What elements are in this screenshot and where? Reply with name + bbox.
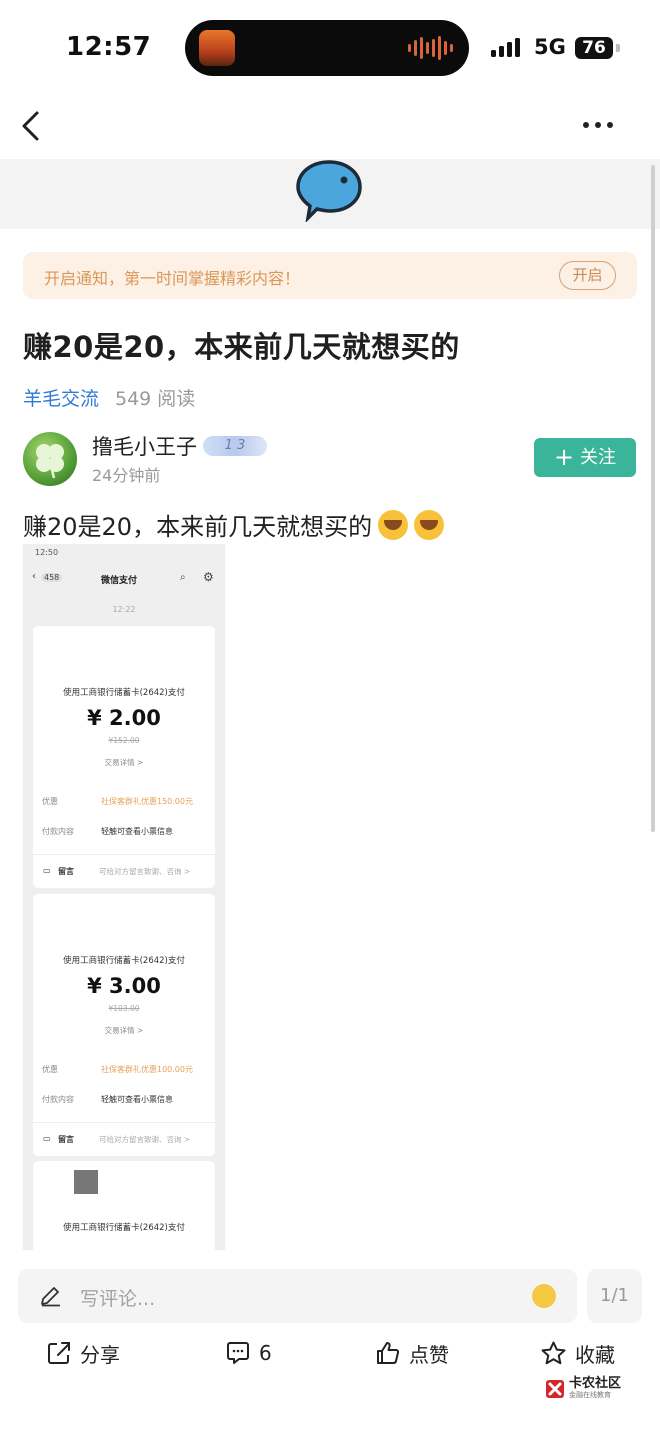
post-time: 24分钟前 (92, 466, 161, 485)
status-time: 12:57 (66, 32, 152, 62)
brand-mark-icon (546, 1379, 564, 1398)
emoji-picker-icon[interactable] (532, 1284, 556, 1308)
pencil-icon (41, 1287, 60, 1307)
battery-icon: 76 (575, 37, 613, 59)
discount-label: 优惠 (42, 1065, 58, 1074)
divider (33, 854, 215, 855)
payment-original-price: ¥103.00 (108, 1004, 140, 1013)
redacted-block (74, 1170, 98, 1194)
star-icon (541, 1341, 566, 1364)
follow-label: 关注 (580, 447, 617, 468)
status-bar: 12:57 5G 76 (0, 0, 660, 96)
plus-icon: + (553, 443, 575, 471)
brand-logo: 卡农社区 金融在线教育 (544, 1377, 621, 1400)
message-label: 留言 (58, 867, 74, 876)
image-nav-title: 微信支付 (101, 576, 138, 586)
payment-original-price: ¥152.00 (108, 736, 140, 745)
crying-laugh-emoji-icon (414, 510, 445, 540)
post-body: 赚20是20，本来前几天就想买的 (23, 507, 445, 542)
share-button[interactable]: 分享 (46, 1335, 120, 1371)
discount-label: 优惠 (42, 797, 58, 806)
post-body-text: 赚20是20，本来前几天就想买的 (23, 513, 373, 541)
image-search-icon: ⌕ (180, 572, 186, 583)
message-label: 留言 (58, 1135, 74, 1144)
favorite-button[interactable]: 收藏 (540, 1335, 615, 1371)
image-back-count: 458 (41, 573, 63, 582)
scrollbar[interactable] (651, 165, 655, 832)
audio-wave-icon (408, 36, 453, 60)
comment-count: 6 (259, 1341, 272, 1365)
more-icon[interactable] (583, 115, 623, 135)
page-indicator: 1/1 (587, 1269, 642, 1323)
battery-tip (616, 44, 620, 52)
comment-placeholder: 写评论... (80, 1288, 156, 1310)
payment-method: 使用工商银行储蓄卡(2642)支付 (63, 1223, 185, 1233)
content-value: 轻触可查看小票信息 (101, 827, 173, 836)
payment-method: 使用工商银行储蓄卡(2642)支付 (63, 688, 185, 698)
brand-name: 卡农社区 (569, 1376, 622, 1391)
dynamic-island (185, 20, 469, 76)
crying-laugh-emoji-icon (378, 510, 409, 540)
message-hint: 可给对方留言致谢、咨询 > (99, 1135, 191, 1144)
brand-subtitle: 金融在线教育 (569, 1391, 611, 1399)
like-label: 点赞 (409, 1342, 449, 1367)
comment-input[interactable]: 写评论... (18, 1269, 577, 1323)
signal-icon (491, 38, 520, 57)
notification-text: 开启通知，第一时间掌握精彩内容！ (44, 269, 301, 288)
author-avatar[interactable] (23, 432, 77, 486)
discount-value: 社保客群礼优惠150.00元 (101, 797, 193, 806)
now-playing-app-icon (199, 30, 235, 66)
discount-value: 社保客群礼优惠100.00元 (101, 1065, 193, 1074)
comment-icon (227, 1342, 249, 1364)
message-icon: ▭ (43, 1134, 51, 1143)
post-image[interactable]: 12:50 ‹ 458 微信支付 ⌕ ⚙ 12:22 使用工商银行储蓄卡(264… (23, 544, 225, 1250)
like-button[interactable]: 点赞 (375, 1335, 449, 1371)
payment-detail-link: 交易详情 > (104, 1026, 144, 1035)
share-label: 分享 (80, 1342, 120, 1367)
post-view-count: 549 阅读 (115, 388, 196, 410)
content-label: 付款内容 (42, 1095, 74, 1104)
notification-banner: 开启通知，第一时间掌握精彩内容！ 开启 (23, 252, 637, 299)
image-nav-bar: ‹ 458 微信支付 ⌕ ⚙ (23, 568, 225, 588)
divider (33, 1122, 215, 1123)
follow-button[interactable]: + 关注 (534, 438, 636, 477)
clover-icon (36, 444, 64, 479)
back-icon[interactable] (18, 108, 48, 144)
post-category-link[interactable]: 羊毛交流 (23, 384, 99, 411)
payment-amount: ¥ 2.00 (87, 706, 161, 730)
thumbs-up-icon (377, 1342, 400, 1364)
favorite-label: 收藏 (575, 1342, 615, 1367)
network-type: 5G (534, 35, 566, 59)
payment-method: 使用工商银行储蓄卡(2642)支付 (63, 956, 185, 966)
payment-amount: ¥ 3.00 (87, 974, 161, 998)
image-status-time: 12:50 (35, 548, 59, 557)
payment-card: 使用工商银行储蓄卡(2642)支付 ¥ 3.00 ¥103.00 交易详情 > … (33, 894, 215, 1156)
comments-button[interactable]: 6 (225, 1335, 272, 1371)
share-icon (48, 1342, 70, 1364)
image-timestamp: 12:22 (112, 605, 136, 614)
payment-card: 使用工商银行储蓄卡(2642)支付 ¥ 2.00 ¥152.00 交易详情 > … (33, 626, 215, 888)
user-level-badge: 1 3 (203, 436, 267, 456)
payment-detail-link: 交易详情 > (104, 758, 144, 767)
image-gear-icon: ⚙ (203, 570, 214, 584)
author-name[interactable]: 撸毛小王子 (92, 431, 197, 461)
message-icon: ▭ (43, 866, 51, 875)
message-hint: 可给对方留言致谢、咨询 > (99, 867, 191, 876)
content-label: 付款内容 (42, 827, 74, 836)
chat-bubble-icon (296, 160, 362, 222)
image-back-icon: ‹ (32, 571, 36, 582)
payment-card: 使用工商银行储蓄卡(2642)支付 (33, 1161, 215, 1250)
content-value: 轻触可查看小票信息 (101, 1095, 173, 1104)
post-title: 赚20是20，本来前几天就想买的 (23, 330, 460, 364)
enable-notification-button[interactable]: 开启 (559, 261, 616, 290)
